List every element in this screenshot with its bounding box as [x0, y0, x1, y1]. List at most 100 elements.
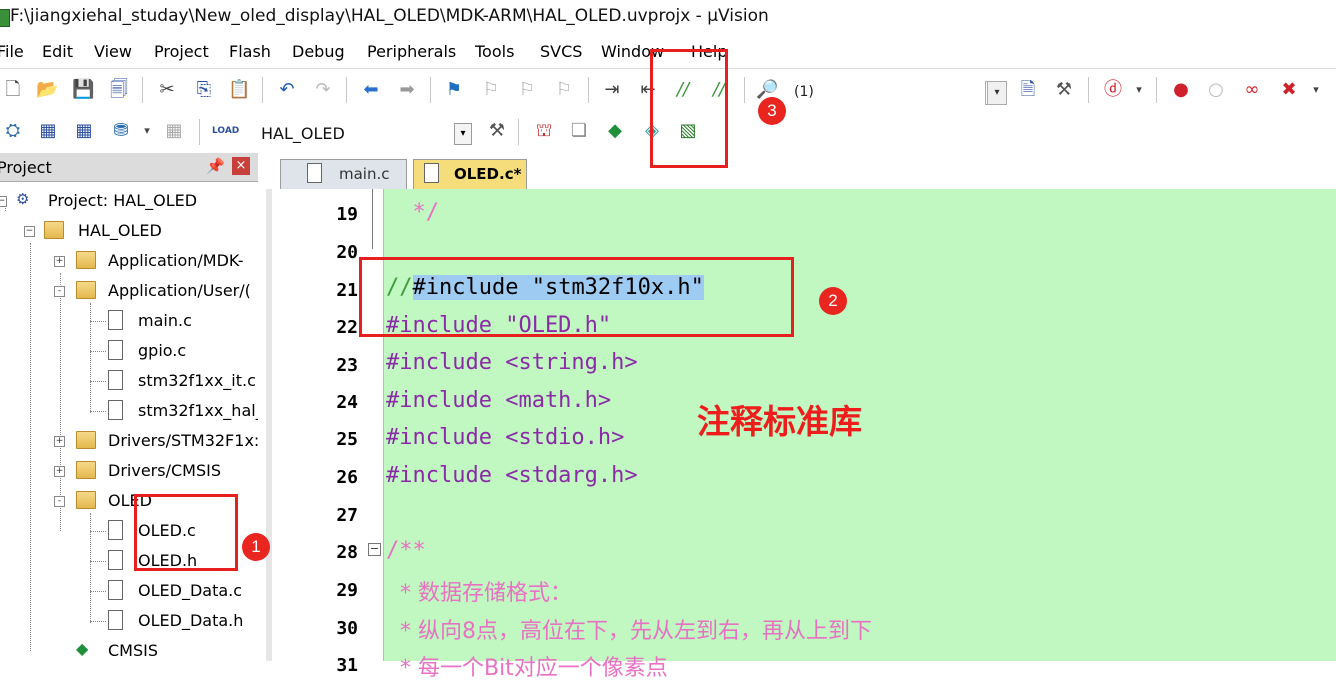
navigate-back-icon[interactable]: ⬅ [360, 79, 382, 101]
tree-item-label: Application/User/( [108, 281, 251, 300]
title-bar: F:\jiangxiehal_studay\New_oled_display\H… [0, 0, 1336, 36]
tree-item-label: Drivers/STM32F1x: [108, 431, 260, 450]
menu-edit[interactable]: Edit [42, 42, 73, 61]
new-file-icon[interactable]: 🗋 [2, 79, 24, 101]
insert-breakpoint-icon[interactable]: ● [1170, 79, 1192, 101]
incremental-find-icon[interactable]: 🗎 [1017, 79, 1039, 101]
save-all-icon[interactable]: 🗐 [108, 79, 130, 101]
menu-file[interactable]: File [0, 42, 24, 61]
toolbar-separator [588, 77, 589, 103]
find-combo[interactable]: ▾ [985, 81, 1007, 105]
tree-item-project[interactable]: − ⚙ Project: HAL_OLED [0, 187, 258, 215]
next-bookmark-icon[interactable]: ⚐ [516, 79, 538, 101]
undo-icon[interactable]: ↶ [276, 79, 298, 101]
tree-item-file[interactable]: OLED_Data.h [0, 607, 258, 635]
line-number: 23 [336, 355, 358, 376]
source-browser-icon[interactable]: ⚒ [1053, 79, 1075, 101]
expand-icon[interactable]: + [54, 436, 65, 447]
translate-icon[interactable]: ⛭ [2, 120, 24, 142]
line-number: 21 [336, 280, 358, 301]
tree-item-file[interactable]: main.c [0, 307, 258, 335]
select-packs-icon[interactable]: ❏ [568, 120, 590, 142]
tree-item-group[interactable]: - Application/User/( [0, 277, 258, 305]
c-file-icon [424, 163, 439, 183]
collapse-icon[interactable]: − [0, 196, 7, 207]
tree-item-file[interactable]: stm32f1xx_it.c [0, 367, 258, 395]
annotation-badge-2: 2 [819, 287, 847, 315]
enable-breakpoint-icon[interactable]: ○ [1205, 79, 1227, 101]
menu-svcs[interactable]: SVCS [540, 42, 582, 61]
target-select-value: HAL_OLED [261, 124, 345, 143]
tree-item-group[interactable]: + Drivers/CMSIS [0, 457, 258, 485]
build-icon[interactable]: ▦ [37, 120, 59, 142]
clear-bookmarks-icon[interactable]: ⚐ [553, 79, 575, 101]
kill-breakpoints-icon[interactable]: ✖ [1278, 79, 1300, 101]
expand-icon[interactable]: + [54, 256, 65, 267]
toolbar-separator [346, 77, 347, 103]
window-title: F:\jiangxiehal_studay\New_oled_display\H… [10, 6, 769, 26]
expand-icon[interactable]: + [54, 466, 65, 477]
prev-bookmark-icon[interactable]: ⚐ [480, 79, 502, 101]
menu-flash[interactable]: Flash [229, 42, 271, 61]
menu-view[interactable]: View [94, 42, 132, 61]
tab-label: main.c [339, 165, 390, 183]
chevron-down-icon[interactable]: ▾ [136, 120, 158, 142]
line-number: 31 [336, 655, 358, 676]
tree-item-label: stm32f1xx_it.c [138, 371, 256, 390]
collapse-icon[interactable]: − [24, 226, 35, 237]
annotation-badge-1: 1 [242, 533, 270, 561]
line-number: 26 [336, 467, 358, 488]
menu-debug[interactable]: Debug [292, 42, 345, 61]
close-icon[interactable]: × [232, 157, 250, 175]
tree-item-label: Project: HAL_OLED [48, 191, 198, 210]
collapse-icon[interactable]: - [54, 286, 65, 297]
tree-line [90, 411, 106, 412]
cut-icon[interactable]: ✂ [156, 79, 178, 101]
tree-item-file[interactable]: stm32f1xx_hal_ [0, 397, 264, 425]
redo-icon[interactable]: ↷ [312, 79, 334, 101]
target-select[interactable]: HAL_OLED ▾ [258, 119, 474, 147]
menu-tools[interactable]: Tools [475, 42, 514, 61]
chevron-down-icon[interactable]: ▾ [1305, 79, 1327, 101]
line-number: 22 [336, 317, 358, 338]
indent-icon[interactable]: ⇥ [601, 79, 623, 101]
tree-item-group[interactable]: + Application/MDK- [0, 247, 258, 275]
tree-item-target[interactable]: − HAL_OLED [0, 217, 258, 245]
batch-build-icon[interactable]: ⛃ [110, 120, 132, 142]
code-line: * 纵向8点，高位在下，先从左到右，再从上到下 [386, 619, 872, 644]
open-folder-icon[interactable]: 📂 [36, 79, 58, 101]
chevron-down-icon[interactable]: ▾ [1128, 79, 1150, 101]
tab-main-c[interactable]: main.c [280, 159, 407, 189]
gutter-strip [266, 189, 272, 661]
insert-bookmark-icon[interactable]: ⚑ [443, 79, 465, 101]
c-file-icon [108, 400, 123, 420]
save-icon[interactable]: 💾 [72, 79, 94, 101]
collapse-icon[interactable]: - [54, 496, 65, 507]
tree-item-file[interactable]: OLED_Data.c [0, 577, 258, 605]
tree-item-file[interactable]: gpio.c [0, 337, 258, 365]
pin-icon[interactable]: 📌 [206, 157, 225, 175]
run-time-environment-icon[interactable]: ◆ [604, 120, 626, 142]
toolbar-separator [430, 77, 431, 103]
copy-icon[interactable]: ⎘ [193, 79, 215, 101]
debug-session-icon[interactable]: ⓓ [1102, 79, 1124, 101]
fold-toggle-icon[interactable]: − [368, 543, 381, 556]
menu-project[interactable]: Project [154, 42, 209, 61]
tab-oled-c[interactable]: OLED.c* [413, 159, 527, 189]
code-line: #include <stdarg.h> [386, 463, 638, 488]
chevron-down-icon: ▾ [987, 82, 1006, 104]
options-for-target-icon[interactable]: ⚒ [486, 120, 508, 142]
download-load-icon[interactable]: LOAD [212, 120, 239, 142]
navigate-forward-icon[interactable]: ➡ [396, 79, 418, 101]
rebuild-icon[interactable]: ▦ [73, 120, 95, 142]
paste-icon[interactable]: 📋 [228, 79, 250, 101]
tree-item-group[interactable]: + Drivers/STM32F1x: [0, 427, 260, 455]
code-line: #include <stdio.h> [386, 425, 625, 450]
disable-breakpoints-icon[interactable]: ∞ [1241, 79, 1263, 101]
tree-line [90, 381, 106, 382]
menu-peripherals[interactable]: Peripherals [367, 42, 456, 61]
manage-project-items-icon[interactable]: ⛫ [533, 120, 555, 142]
project-panel-title: Project [0, 158, 52, 177]
stop-build-icon[interactable]: ▦ [163, 120, 185, 142]
line-number: 28 [336, 542, 358, 563]
